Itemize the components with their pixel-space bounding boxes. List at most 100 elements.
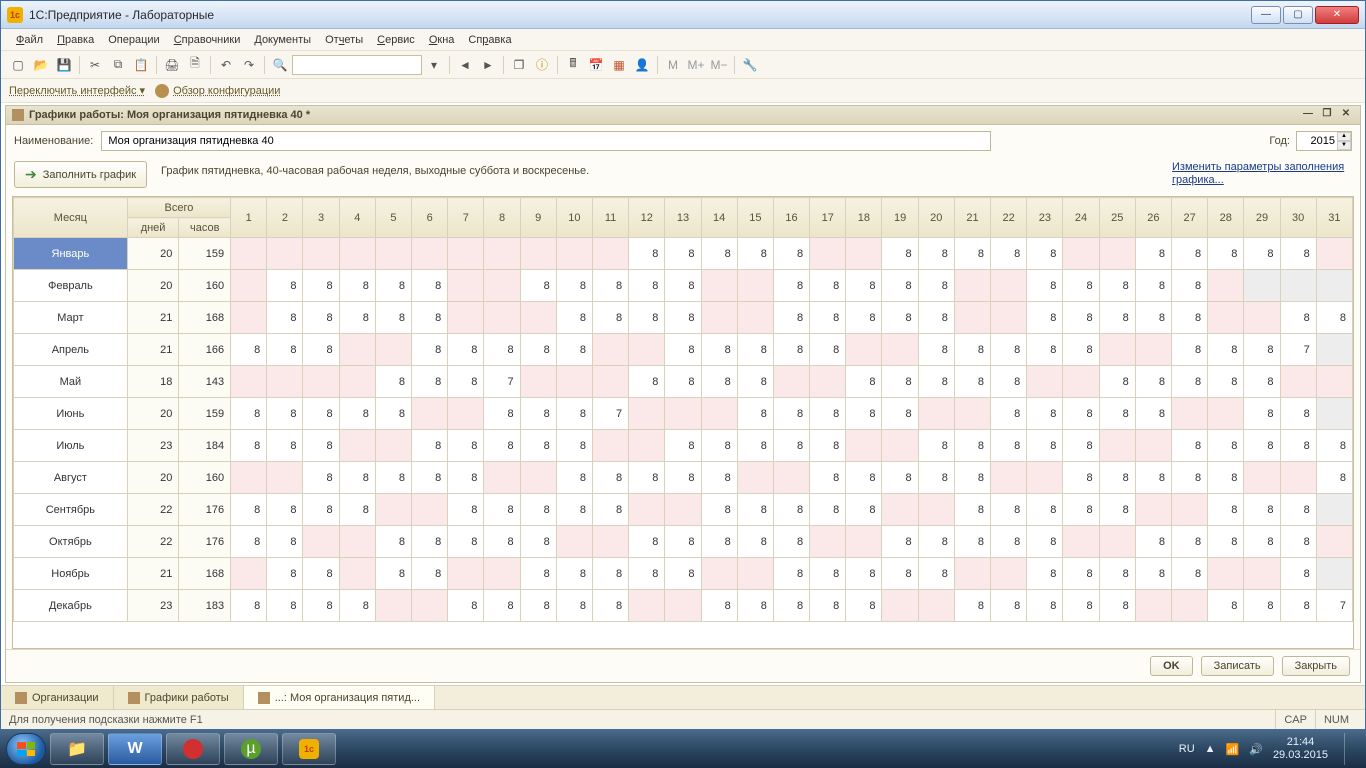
- day-cell[interactable]: 8: [375, 366, 411, 398]
- day-cell[interactable]: 8: [846, 590, 882, 622]
- day-cell[interactable]: [846, 334, 882, 366]
- search-input[interactable]: [292, 55, 422, 75]
- day-cell[interactable]: 8: [484, 526, 520, 558]
- minimize-button[interactable]: —: [1251, 6, 1281, 24]
- day-cell[interactable]: 8: [773, 526, 809, 558]
- day-cell[interactable]: [1171, 590, 1207, 622]
- day-cell[interactable]: 8: [556, 270, 592, 302]
- task-utorrent[interactable]: µ: [224, 733, 278, 765]
- day-cell[interactable]: 8: [1280, 494, 1316, 526]
- day-cell[interactable]: 8: [882, 366, 918, 398]
- day-cell[interactable]: 8: [665, 302, 701, 334]
- day-cell[interactable]: 8: [1027, 398, 1063, 430]
- day-cell[interactable]: 8: [375, 270, 411, 302]
- day-cell[interactable]: [1099, 334, 1135, 366]
- day-cell[interactable]: [1099, 238, 1135, 270]
- day-cell[interactable]: [954, 302, 990, 334]
- help-icon[interactable]: ⓘ: [531, 54, 553, 76]
- day-cell[interactable]: 8: [231, 526, 267, 558]
- month-cell[interactable]: Июль: [14, 430, 128, 462]
- day-cell[interactable]: 8: [592, 558, 628, 590]
- m-icon[interactable]: M: [662, 54, 684, 76]
- day-cell[interactable]: 8: [1027, 494, 1063, 526]
- day-cell[interactable]: 8: [882, 558, 918, 590]
- day-cell[interactable]: [484, 302, 520, 334]
- wrench-icon[interactable]: 🔧: [739, 54, 761, 76]
- tree-icon[interactable]: ▦: [608, 54, 630, 76]
- day-cell[interactable]: 8: [1171, 366, 1207, 398]
- day-cell[interactable]: 8: [1208, 430, 1244, 462]
- day-cell[interactable]: [484, 238, 520, 270]
- day-cell[interactable]: 8: [1135, 238, 1171, 270]
- day-cell[interactable]: [556, 238, 592, 270]
- day-cell[interactable]: 8: [1099, 366, 1135, 398]
- year-spinner[interactable]: ▲▼: [1337, 132, 1351, 150]
- day-cell[interactable]: [882, 430, 918, 462]
- day-cell[interactable]: [882, 590, 918, 622]
- tray-lang[interactable]: RU: [1179, 743, 1195, 755]
- day-cell[interactable]: [1171, 494, 1207, 526]
- day-cell[interactable]: [448, 558, 484, 590]
- day-cell[interactable]: 8: [1171, 302, 1207, 334]
- day-cell[interactable]: 8: [1208, 590, 1244, 622]
- day-cell[interactable]: [846, 238, 882, 270]
- day-cell[interactable]: [665, 398, 701, 430]
- day-cell[interactable]: [592, 238, 628, 270]
- day-cell[interactable]: [629, 334, 665, 366]
- day-cell[interactable]: [339, 558, 375, 590]
- sub-restore-icon[interactable]: ❐: [1319, 108, 1335, 122]
- day-cell[interactable]: 8: [267, 334, 303, 366]
- day-cell[interactable]: 8: [1208, 494, 1244, 526]
- day-cell[interactable]: [339, 238, 375, 270]
- day-cell[interactable]: [954, 270, 990, 302]
- day-cell[interactable]: 8: [1135, 270, 1171, 302]
- day-cell[interactable]: [592, 526, 628, 558]
- day-cell[interactable]: 8: [701, 494, 737, 526]
- day-cell[interactable]: 8: [1027, 526, 1063, 558]
- menu-directories[interactable]: Справочники: [167, 32, 248, 48]
- day-cell[interactable]: 8: [375, 558, 411, 590]
- day-cell[interactable]: [846, 526, 882, 558]
- day-cell[interactable]: 8: [737, 238, 773, 270]
- day-cell[interactable]: [339, 526, 375, 558]
- day-cell[interactable]: [231, 302, 267, 334]
- day-cell[interactable]: 8: [448, 366, 484, 398]
- day-cell[interactable]: [412, 238, 448, 270]
- day-cell[interactable]: 8: [991, 494, 1027, 526]
- menu-operations[interactable]: Операции: [101, 32, 166, 48]
- day-cell[interactable]: [484, 270, 520, 302]
- day-cell[interactable]: 8: [737, 334, 773, 366]
- day-cell[interactable]: 8: [1171, 334, 1207, 366]
- day-cell[interactable]: 8: [1280, 398, 1316, 430]
- save-icon[interactable]: 💾: [53, 54, 75, 76]
- day-cell[interactable]: 8: [231, 494, 267, 526]
- day-cell[interactable]: [1099, 526, 1135, 558]
- day-cell[interactable]: 8: [448, 526, 484, 558]
- day-cell[interactable]: [701, 558, 737, 590]
- day-cell[interactable]: 8: [448, 494, 484, 526]
- day-cell[interactable]: 8: [303, 462, 339, 494]
- day-cell[interactable]: 8: [375, 526, 411, 558]
- day-cell[interactable]: 8: [918, 558, 954, 590]
- day-cell[interactable]: [665, 590, 701, 622]
- day-cell[interactable]: 8: [1099, 270, 1135, 302]
- day-cell[interactable]: 8: [1027, 270, 1063, 302]
- day-cell[interactable]: 8: [592, 494, 628, 526]
- day-cell[interactable]: [375, 238, 411, 270]
- day-cell[interactable]: 8: [701, 590, 737, 622]
- day-cell[interactable]: [1316, 238, 1352, 270]
- day-cell[interactable]: [375, 494, 411, 526]
- sub-close-icon[interactable]: ✕: [1338, 108, 1354, 122]
- find-icon[interactable]: 🔍: [269, 54, 291, 76]
- day-cell[interactable]: 8: [846, 270, 882, 302]
- day-cell[interactable]: [303, 526, 339, 558]
- day-cell[interactable]: 8: [882, 302, 918, 334]
- month-cell[interactable]: Декабрь: [14, 590, 128, 622]
- day-cell[interactable]: 8: [412, 366, 448, 398]
- day-cell[interactable]: 8: [665, 366, 701, 398]
- day-cell[interactable]: 8: [339, 462, 375, 494]
- day-cell[interactable]: [448, 238, 484, 270]
- day-cell[interactable]: 8: [882, 238, 918, 270]
- day-cell[interactable]: [810, 366, 846, 398]
- day-cell[interactable]: 8: [773, 430, 809, 462]
